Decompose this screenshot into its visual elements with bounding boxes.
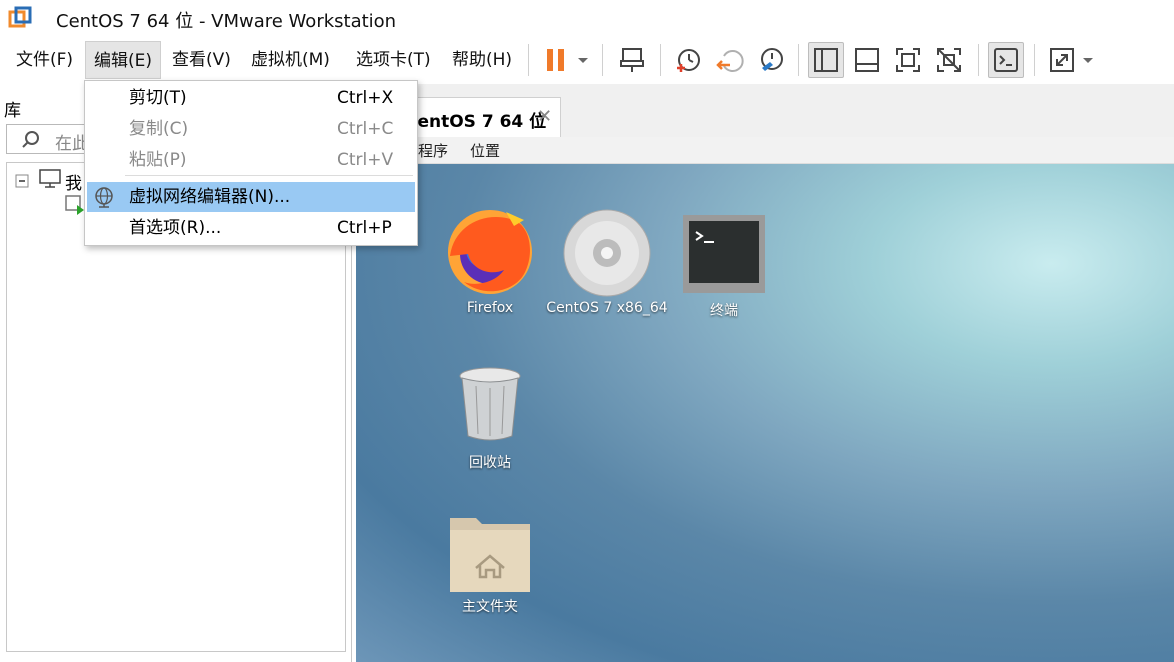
menu-item-shortcut: Ctrl+V [337,150,394,170]
menu-help[interactable]: 帮助(H) [444,41,520,79]
snapshot-add-icon [677,49,700,72]
menu-item-label: 剪切(T) [129,88,187,108]
tab-label: CentOS 7 64 位 [405,112,547,132]
optical-disc-icon [563,209,651,297]
toolbar-divider [660,44,661,76]
vm-running-icon[interactable] [65,195,85,222]
toolbar-divider [798,44,799,76]
menu-file[interactable]: 文件(F) [8,41,81,79]
terminal-icon [994,48,1018,72]
chevron-down-icon [1083,58,1093,63]
stretch-view-button[interactable] [1044,42,1080,78]
terminal-icon [683,215,765,293]
sidebar-layout-icon [814,48,838,72]
show-library-button[interactable] [808,42,844,78]
bottom-bar-layout-icon [855,48,879,72]
pause-icon [547,49,564,71]
menu-divider [125,175,413,176]
desktop-icon-home-folder[interactable]: 主文件夹 [448,510,532,620]
console-view-button[interactable] [988,42,1024,78]
snapshot-manager-button[interactable] [754,42,790,78]
menu-item-cut[interactable]: 剪切(T) Ctrl+X [87,83,415,113]
menu-item-preferences[interactable]: 首选项(R)... Ctrl+P [87,213,415,243]
menu-item-paste: 粘贴(P) Ctrl+V [87,145,415,175]
snapshot-manager-icon [761,48,783,71]
fullscreen-icon [896,48,920,72]
menu-bar: 文件(F) 编辑(E) 查看(V) 虚拟机(M) 选项卡(T) 帮助(H) [0,36,1174,84]
trash-icon [459,367,521,441]
home-folder-icon [450,518,530,592]
toolbar-divider [1034,44,1035,76]
guest-menu-applications[interactable]: 程序 [418,140,448,161]
collapse-minus-icon [15,174,29,188]
edit-menu-dropdown: 剪切(T) Ctrl+X 复制(C) Ctrl+C 粘贴(P) Ctrl+V 虚… [84,80,418,246]
full-screen-button[interactable] [890,42,926,78]
menu-item-label: 虚拟网络编辑器(N)... [129,187,291,207]
desktop-icon-label: 终端 [710,303,738,319]
desktop-icon-firefox[interactable]: Firefox [444,206,536,316]
vm-workspace: CentOS 7 64 位 ✕ 程序 位置 Firefox CentOS 7 x… [356,84,1174,662]
menu-item-label: 粘贴(P) [129,150,187,170]
globe-network-icon [95,187,113,208]
toolbar-divider [528,44,529,76]
title-bar: CentOS 7 64 位 - VMware Workstation [0,0,1174,36]
chevron-down-icon [578,58,588,63]
close-icon[interactable]: ✕ [537,106,552,127]
tree-collapse-toggle[interactable] [15,173,29,193]
menu-item-shortcut: Ctrl+P [337,218,392,238]
menu-item-label: 首选项(R)... [129,218,222,238]
menu-edit[interactable]: 编辑(E) [85,41,162,79]
desktop-icon-terminal[interactable]: 终端 [682,214,766,319]
show-thumbnail-bar-button[interactable] [849,42,885,78]
window-title: CentOS 7 64 位 - VMware Workstation [56,11,397,32]
guest-menu-places[interactable]: 位置 [470,140,500,161]
menu-item-copy: 复制(C) Ctrl+C [87,114,415,144]
toolbar-divider [978,44,979,76]
library-title: 库 [4,101,21,121]
my-computer-icon [39,169,61,194]
send-ctrl-alt-del-button[interactable] [614,42,650,78]
menu-item-shortcut: Ctrl+C [337,119,394,139]
snapshot-revert-icon [716,50,744,72]
unity-button[interactable] [931,42,967,78]
search-icon [22,131,39,148]
network-computer-icon [620,48,644,72]
desktop-icon-label: 回收站 [469,455,511,471]
take-snapshot-button[interactable] [670,42,706,78]
guest-desktop[interactable]: Firefox CentOS 7 x86_64 终端 回收站 主文件夹 [356,164,1174,662]
revert-snapshot-button[interactable] [712,42,748,78]
menu-view[interactable]: 查看(V) [164,41,239,79]
firefox-icon [448,210,532,294]
toolbar-divider [602,44,603,76]
menu-item-shortcut: Ctrl+X [337,88,394,108]
stretch-icon [1050,48,1074,72]
unity-disabled-icon [937,48,961,72]
menu-vm[interactable]: 虚拟机(M) [243,41,338,79]
menu-item-virtual-network-editor[interactable]: 虚拟网络编辑器(N)... [87,182,415,212]
menu-item-label: 复制(C) [129,119,189,139]
desktop-icon-trash[interactable]: 回收站 [456,366,524,476]
stretch-dropdown-button[interactable] [1076,42,1100,78]
guest-top-panel: 程序 位置 [356,137,1174,164]
desktop-icon-label: 主文件夹 [462,599,518,615]
menu-tabs[interactable]: 选项卡(T) [348,41,439,79]
vmware-logo-icon [8,6,32,30]
power-dropdown-button[interactable] [568,42,598,78]
desktop-icon-centos-disc[interactable]: CentOS 7 x86_64 [546,208,668,318]
tree-item-my-computer[interactable]: 我 [65,169,82,194]
